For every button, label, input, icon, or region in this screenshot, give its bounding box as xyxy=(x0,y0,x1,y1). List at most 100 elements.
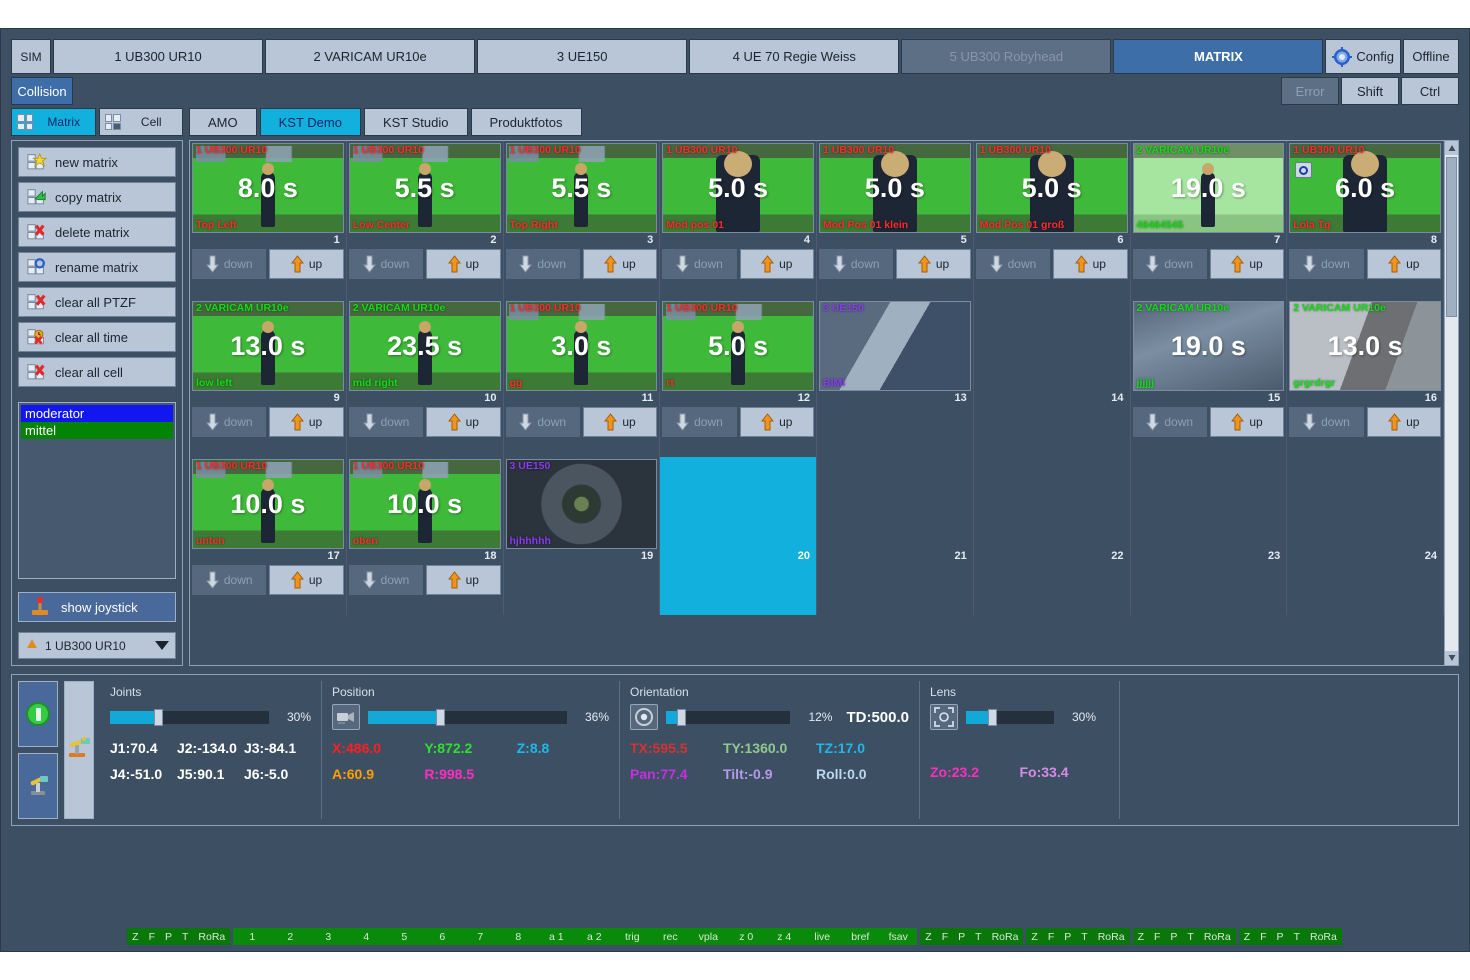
matrix-cell-11[interactable]: 1 UB300 UR10gg3.0 s11downup xyxy=(504,299,661,457)
sidebar-button-delete-matrix[interactable]: delete matrix xyxy=(18,217,176,247)
cell-up-button[interactable]: up xyxy=(426,249,500,279)
matrix-cell-24[interactable]: 24 xyxy=(1287,457,1444,615)
status-cell[interactable]: P xyxy=(1059,931,1076,943)
status-cell[interactable]: Z xyxy=(1239,931,1255,943)
matrix-tab-kst-studio[interactable]: KST Studio xyxy=(364,108,468,136)
matrix-cell-2[interactable]: 1 UB300 UR10Low Center5.5 s2downup xyxy=(347,141,504,299)
status-cell[interactable]: a 2 xyxy=(575,931,613,943)
matrix-name-list[interactable]: moderatormittel xyxy=(18,402,176,579)
matrix-cell-6[interactable]: 1 UB300 UR10Mod Pos 01 groß5.0 s6downup xyxy=(974,141,1131,299)
cell-up-button[interactable]: up xyxy=(740,407,814,437)
sidebar-button-clear-all-cell[interactable]: clear all cell xyxy=(18,357,176,387)
cell-up-button[interactable]: up xyxy=(1210,249,1284,279)
cell-down-button[interactable]: down xyxy=(662,249,736,279)
sidebar-button-copy-matrix[interactable]: copy matrix xyxy=(18,182,176,212)
matrix-tab-kst-demo[interactable]: KST Demo xyxy=(260,108,361,136)
config-button[interactable]: Config xyxy=(1325,39,1401,74)
status-cell[interactable]: F xyxy=(937,931,953,943)
cell-down-button[interactable]: down xyxy=(1289,407,1363,437)
status-cell[interactable]: RoRa xyxy=(1305,931,1342,943)
matrix-scrollbar[interactable] xyxy=(1444,141,1458,665)
status-cell[interactable]: 8 xyxy=(499,931,537,943)
sidebar-button-new-matrix[interactable]: new matrix xyxy=(18,147,176,177)
offline-button[interactable]: Offline xyxy=(1403,39,1459,74)
cell-up-button[interactable]: up xyxy=(583,249,657,279)
cell-thumbnail[interactable]: 1 UB300 UR10Mod pos 015.0 s xyxy=(662,143,814,233)
cell-thumbnail[interactable]: 3 UE150BIMI xyxy=(819,301,971,391)
cell-down-button[interactable]: down xyxy=(506,407,580,437)
matrix-cell-9[interactable]: 2 VARICAM UR10elow left13.0 s9downup xyxy=(190,299,347,457)
cell-down-button[interactable]: down xyxy=(506,249,580,279)
status-cell[interactable]: P xyxy=(1165,931,1182,943)
cell-thumbnail[interactable]: 2 VARICAM UR10emid right23.5 s xyxy=(349,301,501,391)
status-cell[interactable]: a 1 xyxy=(537,931,575,943)
status-cell[interactable]: z 4 xyxy=(765,931,803,943)
status-cell[interactable]: trig xyxy=(613,931,651,943)
cell-up-button[interactable]: up xyxy=(740,249,814,279)
cell-up-button[interactable]: up xyxy=(1210,407,1284,437)
robot-select[interactable]: 1 UB300 UR10 xyxy=(18,632,176,659)
cell-thumbnail[interactable]: 1 UB300 UR10gg3.0 s xyxy=(506,301,658,391)
status-cell[interactable]: RoRa xyxy=(1199,931,1236,943)
camera-tab-6[interactable]: MATRIX xyxy=(1113,39,1323,74)
matrix-cell-15[interactable]: 2 VARICAM UR10ejjjjjj19.0 s15downup xyxy=(1131,299,1288,457)
target-icon[interactable] xyxy=(630,704,658,730)
status-cell[interactable]: Z xyxy=(127,931,143,943)
cell-down-button[interactable]: down xyxy=(1133,249,1207,279)
matrix-cell-20[interactable]: 20 xyxy=(660,457,817,615)
shift-button[interactable]: Shift xyxy=(1341,77,1399,105)
matrix-cell-19[interactable]: 3 UE150hjhhhhh19 xyxy=(504,457,661,615)
power-status-button[interactable] xyxy=(18,681,58,747)
matrix-cell-12[interactable]: 1 UB300 UR10rt5.0 s12downup xyxy=(660,299,817,457)
status-cell[interactable]: live xyxy=(803,931,841,943)
status-cell[interactable]: T xyxy=(970,931,986,943)
matrix-cell-1[interactable]: 1 UB300 UR10Top Left8.0 s1downup xyxy=(190,141,347,299)
cell-up-button[interactable]: up xyxy=(1367,407,1441,437)
scroll-track[interactable] xyxy=(1445,155,1458,651)
cell-up-button[interactable]: up xyxy=(896,249,970,279)
scroll-thumb[interactable] xyxy=(1446,157,1457,317)
cell-thumbnail[interactable]: 1 UB300 UR10rt5.0 s xyxy=(662,301,814,391)
cell-thumbnail[interactable] xyxy=(819,459,971,549)
camera-tab-1[interactable]: 1 UB300 UR10 xyxy=(53,39,263,74)
status-cell[interactable]: bref xyxy=(841,931,879,943)
cell-down-button[interactable]: down xyxy=(192,249,266,279)
cell-thumbnail[interactable]: 2 VARICAM UR10ejjjjjj19.0 s xyxy=(1133,301,1285,391)
cell-up-button[interactable]: up xyxy=(1367,249,1441,279)
status-cell[interactable]: RoRa xyxy=(987,931,1024,943)
camera-move-icon[interactable] xyxy=(332,704,360,730)
cell-up-button[interactable]: up xyxy=(269,407,343,437)
scroll-down-icon[interactable] xyxy=(1445,651,1458,665)
orientation-slider[interactable] xyxy=(666,711,790,724)
camera-tab-4[interactable]: 4 UE 70 Regie Weiss xyxy=(689,39,899,74)
matrix-cell-10[interactable]: 2 VARICAM UR10emid right23.5 s10downup xyxy=(347,299,504,457)
status-cell[interactable]: rec xyxy=(651,931,689,943)
cell-thumbnail[interactable]: 1 UB300 UR10Mod Pos 01 klein5.0 s xyxy=(819,143,971,233)
status-cell[interactable]: 5 xyxy=(385,931,423,943)
matrix-tab-amo[interactable]: AMO xyxy=(189,108,257,136)
robot-view-button[interactable] xyxy=(18,753,58,819)
status-cell[interactable]: 1 xyxy=(233,931,271,943)
matrix-cell-23[interactable]: 23 xyxy=(1131,457,1288,615)
cell-thumbnail[interactable]: 2 VARICAM UR10e4646454519.0 s xyxy=(1133,143,1285,233)
ctrl-button[interactable]: Ctrl xyxy=(1401,77,1459,105)
status-cell[interactable]: 4 xyxy=(347,931,385,943)
cell-thumbnail[interactable] xyxy=(662,459,814,549)
status-cell[interactable]: P xyxy=(953,931,970,943)
robot-preview[interactable] xyxy=(64,681,94,819)
status-cell[interactable]: z 0 xyxy=(727,931,765,943)
cell-thumbnail[interactable]: 1 UB300 UR10Top Right5.5 s xyxy=(506,143,658,233)
cell-down-button[interactable]: down xyxy=(349,249,423,279)
cell-down-button[interactable]: down xyxy=(662,407,736,437)
sidebar-button-clear-all-ptzf[interactable]: clear all PTZF xyxy=(18,287,176,317)
camera-tab-2[interactable]: 2 VARICAM UR10e xyxy=(265,39,475,74)
cell-up-button[interactable]: up xyxy=(269,565,343,595)
status-cell[interactable]: 7 xyxy=(461,931,499,943)
cell-down-button[interactable]: down xyxy=(1289,249,1363,279)
status-cell[interactable]: Z xyxy=(1026,931,1042,943)
matrix-cell-4[interactable]: 1 UB300 UR10Mod pos 015.0 s4downup xyxy=(660,141,817,299)
status-cell[interactable]: T xyxy=(1076,931,1092,943)
error-button[interactable]: Error xyxy=(1281,77,1339,105)
cell-thumbnail[interactable] xyxy=(1289,459,1441,549)
show-joystick-button[interactable]: show joystick xyxy=(18,592,176,622)
